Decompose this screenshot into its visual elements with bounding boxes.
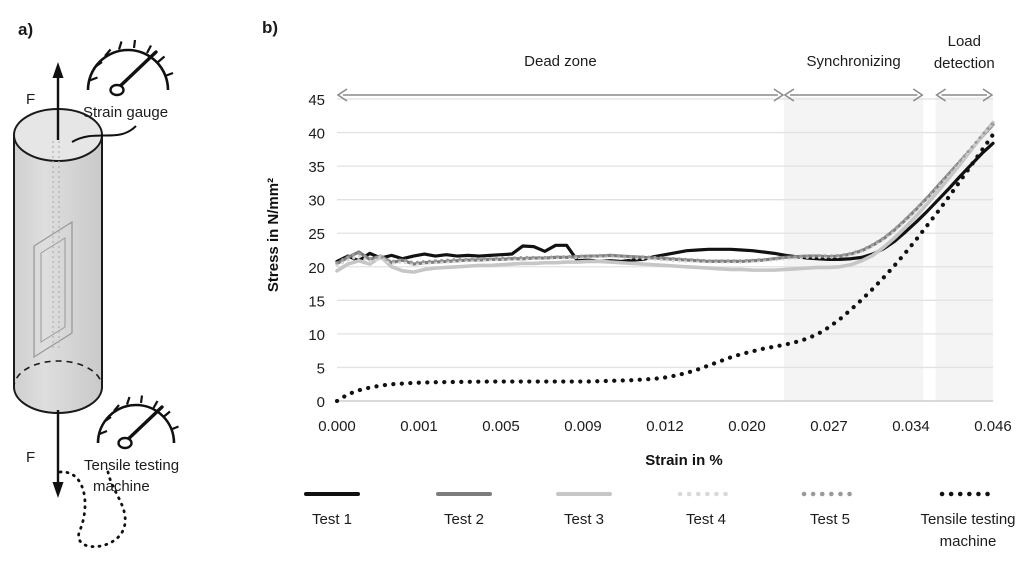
x-tick-label: 0.046 — [974, 418, 1012, 435]
zone-shade-rect — [783, 97, 924, 401]
zone-label: detection — [934, 55, 995, 72]
x-tick-label: 0.009 — [564, 418, 602, 435]
x-tick-label: 0.027 — [810, 418, 848, 435]
y-tick-label: 20 — [308, 260, 325, 277]
gauge-icon — [96, 395, 179, 450]
y-tick-label: 15 — [308, 293, 325, 310]
x-tick-label: 0.034 — [892, 418, 930, 435]
legend-label[interactable]: Test 4 — [686, 511, 726, 528]
x-tick-label: 0.020 — [728, 418, 766, 435]
legend-label[interactable]: machine — [940, 533, 997, 550]
x-axis-title: Strain in % — [645, 452, 723, 469]
machine-label-line1: Tensile testing — [84, 457, 179, 474]
y-tick-label: 45 — [308, 92, 325, 109]
y-tick-label: 35 — [308, 159, 325, 176]
chart-legend[interactable]: Test 1 Test 2 Test 3 Test 4 Test 5 Tensile te… — [304, 491, 1016, 550]
y-tick-label: 25 — [308, 226, 325, 243]
legend-label[interactable]: Test 2 — [444, 511, 484, 528]
force-top-label: F — [26, 91, 35, 108]
y-tick-label: 0 — [317, 394, 325, 411]
stress-strain-chart: 0 5 10 15 20 25 30 35 40 45 0.000 0.001 0.005 0.009 0… — [256, 0, 1024, 563]
legend-label[interactable]: Test 1 — [312, 511, 352, 528]
zone-labels: Dead zone Synchronizing Load detection — [524, 33, 995, 72]
gauge-icon — [86, 39, 174, 97]
y-tick-label: 10 — [308, 327, 325, 344]
y-tick-label: 30 — [308, 193, 325, 210]
force-bottom-label: F — [26, 449, 35, 466]
y-axis-title: Stress in N/mm² — [265, 178, 282, 292]
y-tick-label: 5 — [317, 360, 325, 377]
x-tick-label: 0.000 — [318, 418, 356, 435]
zone-shade-rect — [935, 97, 993, 401]
legend-label[interactable]: Tensile testing — [920, 511, 1015, 528]
x-tick-label: 0.001 — [400, 418, 438, 435]
legend-label[interactable]: Test 3 — [564, 511, 604, 528]
specimen-cylinder — [13, 108, 103, 414]
zone-label: Load — [948, 33, 981, 50]
y-axis-ticks: 0 5 10 15 20 25 30 35 40 45 — [308, 92, 325, 411]
specimen-diagram: F F Strain gauge Tensile testing machine — [0, 0, 256, 563]
legend-label[interactable]: Test 5 — [810, 511, 850, 528]
x-tick-label: 0.005 — [482, 418, 520, 435]
zone-label: Dead zone — [524, 53, 597, 70]
strain-gauge-label: Strain gauge — [83, 104, 168, 121]
x-axis-ticks: 0.000 0.001 0.005 0.009 0.012 0.020 0.027 0.034… — [318, 418, 1012, 435]
x-tick-label: 0.012 — [646, 418, 684, 435]
y-tick-label: 40 — [308, 126, 325, 143]
zone-shading — [783, 97, 993, 401]
machine-label-line2: machine — [93, 478, 150, 495]
force-arrow-bottom — [52, 410, 64, 498]
zone-label: Synchronizing — [806, 53, 900, 70]
